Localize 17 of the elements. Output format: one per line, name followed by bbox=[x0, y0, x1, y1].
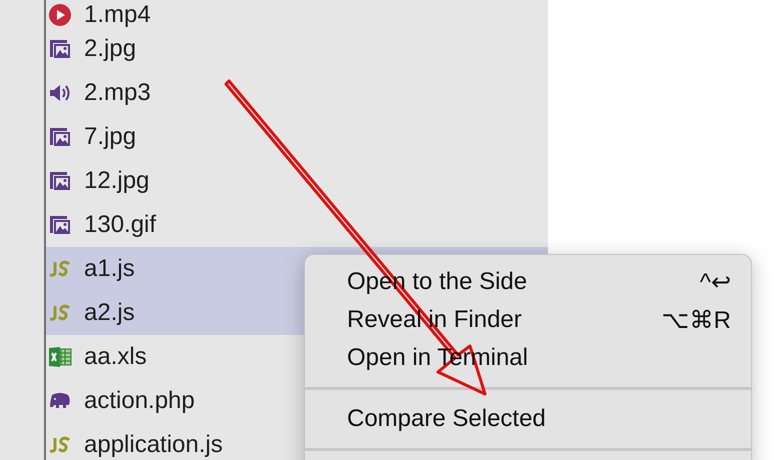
js-icon bbox=[48, 304, 72, 322]
spreadsheet-icon bbox=[48, 345, 72, 369]
menu-item-label: Compare Selected bbox=[347, 405, 546, 433]
menu-item-label: Reveal in Finder bbox=[347, 306, 522, 334]
menu-item[interactable]: Reveal in Finder ⌥⌘R bbox=[305, 301, 751, 339]
file-row[interactable]: 7.jpg bbox=[46, 115, 548, 159]
js-icon bbox=[48, 260, 72, 278]
file-row[interactable]: 2.mp3 bbox=[46, 71, 548, 115]
file-row[interactable]: 2.jpg bbox=[46, 27, 548, 71]
file-row[interactable]: 12.jpg bbox=[46, 159, 548, 203]
file-row[interactable]: 1.mp4 bbox=[46, 0, 548, 27]
keyboard-shortcut: ^↩ bbox=[700, 268, 731, 296]
keyboard-shortcut: ⌥⌘R bbox=[662, 306, 731, 334]
js-icon bbox=[48, 436, 72, 454]
play-icon bbox=[48, 3, 72, 27]
menu-item[interactable]: Compare Selected bbox=[305, 400, 751, 438]
file-row[interactable]: 130.gif bbox=[46, 203, 548, 247]
